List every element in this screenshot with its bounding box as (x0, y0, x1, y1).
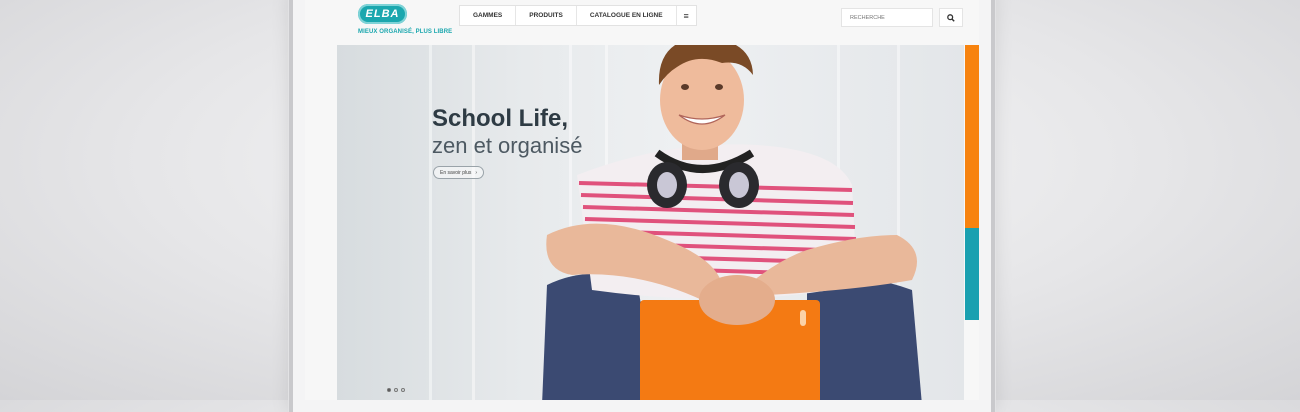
website-screen: ELBA MIEUX ORGANISÉ, PLUS LIBRE GAMMES P… (305, 0, 979, 400)
learn-more-label: En savoir plus (440, 169, 472, 176)
main-navigation: GAMMES PRODUITS CATALOGUE EN LIGNE ≡ (459, 5, 697, 26)
search-icon (947, 13, 955, 22)
carousel-dot[interactable] (387, 388, 391, 392)
hero-subtitle: zen et organisé (432, 133, 583, 158)
carousel-indicators (387, 388, 405, 392)
brand-tagline: MIEUX ORGANISÉ, PLUS LIBRE (358, 29, 453, 35)
side-tab-orange[interactable] (965, 45, 979, 228)
nav-item-gammes[interactable]: GAMMES (460, 6, 517, 25)
nav-item-catalogue[interactable]: CATALOGUE EN LIGNE (577, 6, 677, 25)
student-photo (542, 45, 922, 400)
carousel-dot[interactable] (394, 388, 398, 392)
nav-item-produits[interactable]: PRODUITS (516, 6, 577, 25)
menu-icon[interactable]: ≡ (677, 6, 696, 25)
hero-banner: School Life, zen et organisé En savoir p… (337, 45, 964, 400)
search-button[interactable] (939, 8, 963, 27)
elba-logo[interactable]: ELBA (358, 4, 407, 24)
side-tab-teal[interactable] (965, 228, 979, 320)
search-input[interactable] (841, 8, 933, 27)
learn-more-button[interactable]: En savoir plus › (433, 166, 485, 179)
carousel-dot[interactable] (401, 388, 405, 392)
logo-text: ELBA (365, 8, 400, 20)
hero-title: School Life, (432, 105, 569, 132)
chevron-right-icon: › (475, 169, 478, 176)
